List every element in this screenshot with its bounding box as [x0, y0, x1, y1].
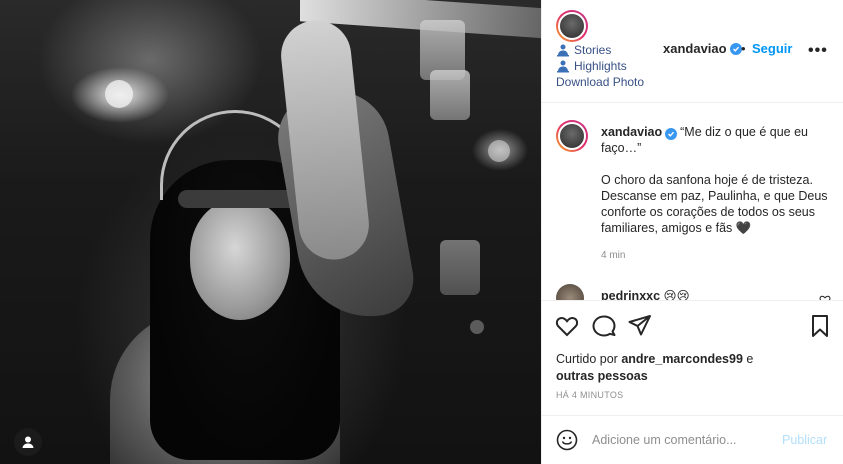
author-username-text: xandaviao — [663, 41, 727, 56]
post-photo[interactable] — [0, 0, 541, 464]
light-bokeh — [470, 320, 484, 334]
share-send-icon[interactable] — [627, 313, 653, 339]
stories-link[interactable]: Stories — [556, 42, 644, 58]
caption: xandaviao “Me diz o que é que eu faço…” O… — [601, 124, 835, 236]
verified-badge-icon — [729, 42, 742, 55]
person-upload-icon — [557, 60, 569, 73]
post-side-panel: Stories Highlights Download Photo xandav… — [541, 0, 843, 464]
post-timestamp[interactable]: HÁ 4 MINUTOS — [556, 390, 623, 400]
commenter-avatar[interactable] — [556, 284, 584, 300]
emoji-smiley-icon[interactable] — [556, 429, 578, 451]
comments-section: xandaviao “Me diz o que é que eu faço…” O… — [542, 104, 843, 300]
header-separator: • — [741, 41, 746, 56]
caption-body: O choro da sanfona hoje é de tristeza. D… — [601, 173, 828, 235]
light-bokeh — [488, 140, 510, 162]
comment-item: pedrinxxc 😢😢 — [601, 288, 690, 300]
lantern-decoration — [440, 240, 480, 295]
dancer-face — [190, 200, 290, 320]
publish-comment-button[interactable]: Publicar — [782, 433, 827, 447]
follow-button[interactable]: Seguir — [752, 41, 792, 56]
download-photo-label: Download Photo — [556, 75, 645, 89]
likes-summary: Curtido por andre_marcondes99 e outras p… — [556, 351, 826, 385]
caption-time: 4 min — [601, 250, 626, 261]
light-bokeh — [105, 80, 133, 108]
extension-links: Stories Highlights Download Photo — [556, 42, 644, 90]
more-options-icon[interactable]: ••• — [808, 42, 828, 60]
like-heart-icon[interactable] — [554, 313, 580, 339]
author-username[interactable]: xandaviao — [663, 41, 742, 56]
likes-connector: e — [746, 352, 754, 366]
caption-username[interactable]: xandaviao — [601, 125, 662, 139]
tagged-user-icon[interactable] — [14, 428, 42, 456]
other-likers-link[interactable]: outras pessoas — [556, 369, 648, 383]
post-actions: Curtido por andre_marcondes99 e outras p… — [542, 300, 843, 415]
lantern-decoration — [430, 70, 470, 120]
verified-badge-icon — [665, 128, 678, 140]
stories-label: Stories — [574, 43, 612, 57]
add-comment-bar: Publicar — [542, 415, 843, 464]
person-upload-icon — [557, 44, 569, 57]
comment-text: 😢😢 — [663, 289, 690, 300]
download-photo-link[interactable]: Download Photo — [556, 74, 644, 90]
caption-author-avatar[interactable] — [556, 120, 588, 152]
liker-username[interactable]: andre_marcondes99 — [621, 352, 743, 366]
comment-input[interactable] — [592, 427, 772, 453]
author-avatar[interactable] — [556, 10, 588, 42]
post-header: Stories Highlights Download Photo xandav… — [542, 0, 843, 103]
dancer-headband — [178, 190, 298, 208]
highlights-label: Highlights — [574, 59, 627, 73]
highlights-link[interactable]: Highlights — [556, 58, 644, 74]
commenter-username[interactable]: pedrinxxc — [601, 289, 660, 300]
comment-bubble-icon[interactable] — [591, 313, 617, 339]
likes-prefix: Curtido por — [556, 352, 618, 366]
save-bookmark-icon[interactable] — [807, 313, 833, 339]
